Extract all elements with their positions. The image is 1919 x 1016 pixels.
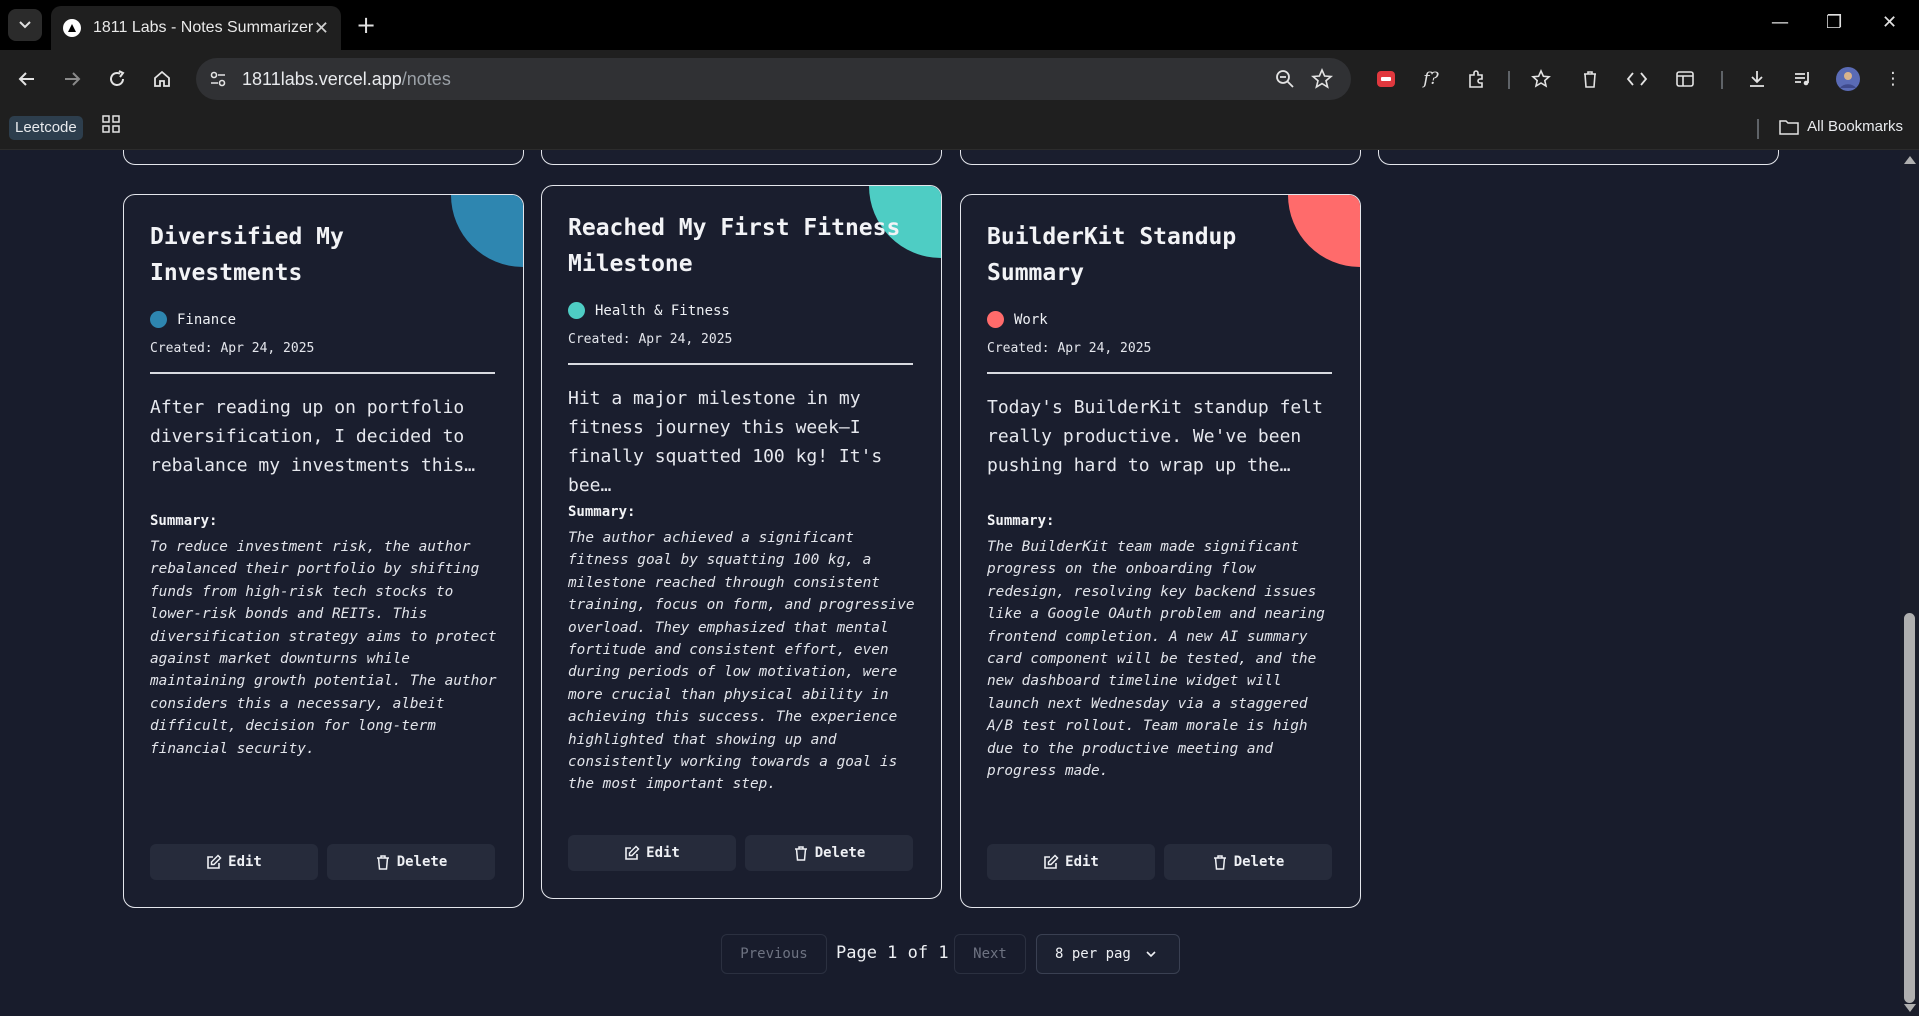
note-card-previous-row[interactable] [123, 150, 524, 165]
notes-page: Diversified My Investments Finance Creat… [0, 150, 1900, 1016]
download-icon[interactable] [1744, 66, 1770, 92]
sidebar-layout-icon[interactable] [1672, 66, 1698, 92]
edit-button[interactable]: Edit [568, 835, 736, 871]
note-title: BuilderKit Standup Summary [987, 224, 1237, 286]
trash-icon[interactable] [1577, 66, 1603, 92]
note-summary: The BuilderKit team made significant pro… [987, 539, 1325, 780]
menu-kebab-icon[interactable]: ⋮ [1880, 66, 1906, 92]
tab-search-button[interactable] [8, 9, 42, 41]
bookmark-star-icon[interactable] [1311, 68, 1333, 90]
edit-icon [207, 854, 222, 869]
profile-avatar-icon[interactable] [1835, 66, 1861, 92]
created-date: Created: Apr 24, 2025 [150, 341, 315, 356]
summary-label: Summary: [150, 513, 218, 529]
category-dot-icon [150, 311, 167, 328]
note-body-preview: After reading up on portfolio diversific… [150, 397, 476, 476]
reload-icon[interactable] [104, 66, 130, 92]
note-card: Reached My First Fitness Milestone Healt… [541, 185, 942, 899]
extension-red-icon[interactable] [1373, 66, 1399, 92]
site-favicon-icon [63, 19, 81, 37]
note-card-previous-row[interactable] [960, 150, 1361, 165]
note-body-preview: Today's BuilderKit standup felt really p… [987, 397, 1323, 476]
back-icon[interactable] [14, 66, 40, 92]
trash-icon [794, 846, 807, 861]
new-tab-button[interactable]: + [352, 11, 380, 39]
window-close-icon[interactable]: ✕ [1882, 12, 1897, 33]
tab-close-icon[interactable]: ✕ [314, 18, 329, 39]
browser-toolbar: 1811labs.vercel.app/notes f? ⋮ [0, 50, 1919, 108]
category-label: Work [1014, 311, 1048, 328]
previous-page-button[interactable]: Previous [721, 934, 827, 974]
scroll-up-icon[interactable] [1904, 156, 1916, 164]
summary-label: Summary: [987, 513, 1055, 529]
note-summary: The author achieved a significant fitnes… [568, 530, 915, 793]
media-queue-icon[interactable] [1790, 66, 1816, 92]
chevron-down-icon [19, 21, 31, 29]
category-tag: Health & Fitness [568, 302, 730, 319]
folder-icon [1779, 119, 1799, 135]
favorites-icon[interactable] [1529, 66, 1555, 92]
delete-button[interactable]: Delete [745, 835, 913, 871]
note-card-previous-row[interactable] [1378, 150, 1779, 165]
function-extension-icon[interactable]: f? [1418, 66, 1444, 92]
chevron-down-icon [1146, 951, 1156, 958]
browser-tab-active[interactable]: 1811 Labs - Notes Summarizer ✕ [51, 6, 341, 50]
edit-button[interactable]: Edit [987, 844, 1155, 880]
note-title: Reached My First Fitness Milestone [568, 215, 901, 277]
home-icon[interactable] [149, 66, 175, 92]
note-card: Diversified My Investments Finance Creat… [123, 194, 524, 908]
note-title: Diversified My Investments [150, 224, 344, 286]
code-icon[interactable] [1624, 66, 1650, 92]
tab-title: 1811 Labs - Notes Summarizer [93, 19, 314, 36]
per-page-select[interactable]: 8 per pag [1036, 934, 1180, 974]
bookmarks-bar: Leetcode All Bookmarks [0, 108, 1919, 150]
delete-button[interactable]: Delete [327, 844, 495, 880]
browser-tab-bar: 1811 Labs - Notes Summarizer ✕ + — ❐ ✕ [0, 0, 1919, 50]
edit-icon [1044, 854, 1059, 869]
category-tag: Finance [150, 311, 236, 328]
created-date: Created: Apr 24, 2025 [568, 332, 733, 347]
page-indicator: Page 1 of 1 [836, 943, 949, 963]
zoom-out-icon[interactable] [1275, 69, 1295, 89]
forward-icon[interactable] [59, 66, 85, 92]
note-summary: To reduce investment risk, the author re… [150, 539, 497, 757]
next-page-button[interactable]: Next [954, 934, 1026, 974]
minimize-icon[interactable]: — [1771, 12, 1789, 33]
extensions-puzzle-icon[interactable] [1463, 66, 1489, 92]
site-info-icon[interactable] [208, 69, 228, 89]
trash-icon [1213, 855, 1226, 870]
page-scrollbar[interactable] [1900, 150, 1919, 1016]
category-tag: Work [987, 311, 1048, 328]
edit-icon [625, 845, 640, 860]
summary-label: Summary: [568, 504, 636, 520]
note-card-previous-row[interactable] [541, 150, 942, 165]
delete-button[interactable]: Delete [1164, 844, 1332, 880]
scrollbar-thumb[interactable] [1904, 613, 1915, 1003]
restore-icon[interactable]: ❐ [1826, 12, 1842, 33]
apps-grid-icon[interactable] [101, 114, 121, 134]
category-label: Finance [177, 311, 237, 328]
bookmark-leetcode[interactable]: Leetcode [9, 116, 83, 140]
category-dot-icon [568, 302, 585, 319]
category-dot-icon [987, 311, 1004, 328]
edit-button[interactable]: Edit [150, 844, 318, 880]
created-date: Created: Apr 24, 2025 [987, 341, 1152, 356]
per-page-value: 8 per pag [1055, 946, 1131, 962]
note-body-preview: Hit a major milestone in my fitness jour… [568, 388, 883, 496]
note-card: BuilderKit Standup Summary Work Created:… [960, 194, 1361, 908]
all-bookmarks-button[interactable]: All Bookmarks [1779, 118, 1903, 135]
scroll-down-icon[interactable] [1904, 1004, 1916, 1012]
category-label: Health & Fitness [595, 302, 730, 319]
address-bar[interactable]: 1811labs.vercel.app/notes [196, 58, 1351, 100]
trash-icon [376, 855, 389, 870]
url-text: 1811labs.vercel.app/notes [242, 69, 451, 89]
